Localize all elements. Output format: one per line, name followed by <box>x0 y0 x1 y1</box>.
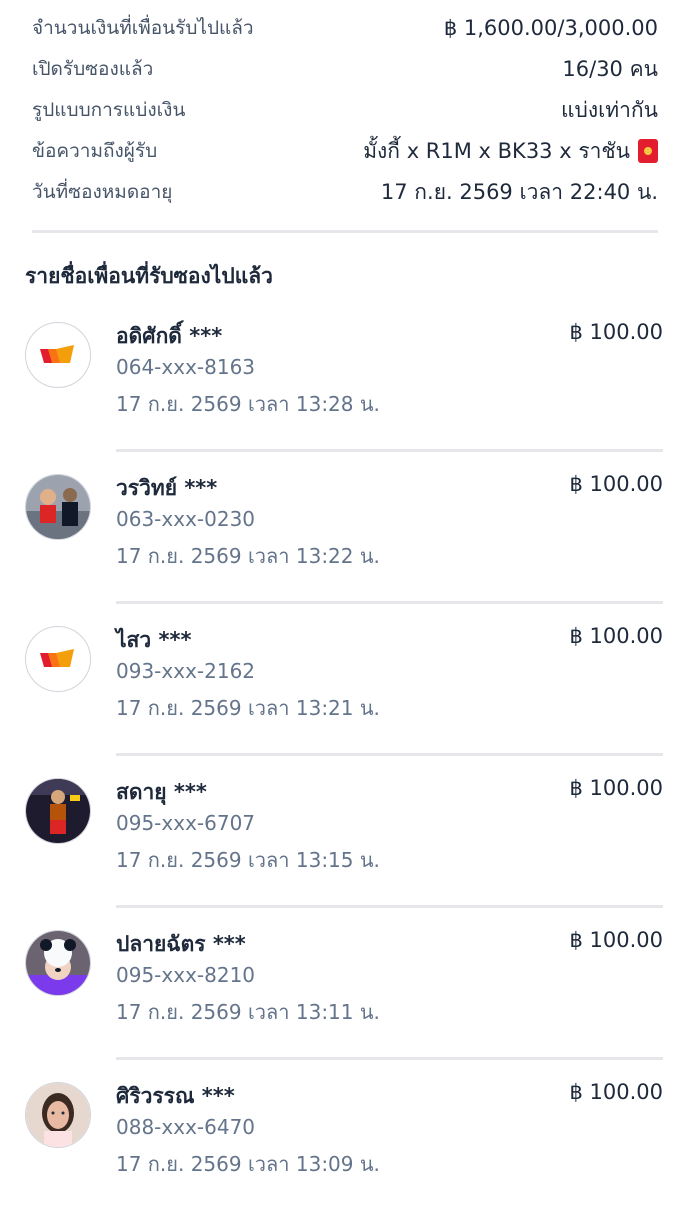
summary-value: 16/30 คน <box>562 56 658 81</box>
summary-row-amount-received: จำนวนเงินที่เพื่อนรับไปแล้ว ฿ 1,600.00/3… <box>32 8 658 48</box>
user-photo-icon <box>26 1083 90 1147</box>
recipient-amount: ฿ 100.00 <box>569 1080 663 1104</box>
recipient-time: 17 ก.ย. 2569 เวลา 13:11 น. <box>116 1000 380 1024</box>
user-photo-icon <box>26 779 90 843</box>
recipient-amount: ฿ 100.00 <box>569 928 663 952</box>
summary-row-opened-count: เปิดรับซองแล้ว 16/30 คน <box>32 49 658 89</box>
summary-value-message: มั้งกี้ x R1M x BK33 x ราชัน <box>363 135 658 168</box>
recipient-name: สดายุ *** <box>116 780 207 804</box>
recipient-row[interactable]: วรวิทย์ *** 063-xxx-0230 17 ก.ย. 2569 เว… <box>0 452 689 604</box>
summary-label: วันที่ซองหมดอายุ <box>32 181 173 203</box>
recipient-amount: ฿ 100.00 <box>569 776 663 800</box>
summary-label: ข้อความถึงผู้รับ <box>32 140 158 162</box>
recipient-phone: 095-xxx-6707 <box>116 811 256 835</box>
user-photo-icon <box>26 931 90 995</box>
recipient-name: วรวิทย์ *** <box>116 476 218 500</box>
recipient-phone: 093-xxx-2162 <box>116 659 256 683</box>
message-text: มั้งกี้ x R1M x BK33 x ราชัน <box>363 138 630 163</box>
recipient-name: อดิศักดิ์ *** <box>116 324 223 348</box>
recipient-phone: 063-xxx-0230 <box>116 507 256 531</box>
summary-row-split-mode: รูปแบบการแบ่งเงิน แบ่งเท่ากัน <box>32 90 658 130</box>
recipient-time: 17 ก.ย. 2569 เวลา 13:28 น. <box>116 392 380 416</box>
user-photo-avatar <box>25 930 91 996</box>
recipient-name: ไสว *** <box>116 628 192 652</box>
wallet-logo-avatar <box>25 322 91 388</box>
recipient-name: ปลายฉัตร *** <box>116 932 246 956</box>
recipient-phone: 064-xxx-8163 <box>116 355 256 379</box>
recipient-time: 17 ก.ย. 2569 เวลา 13:09 น. <box>116 1152 380 1176</box>
recipient-amount: ฿ 100.00 <box>569 624 663 648</box>
recipient-row[interactable]: สดายุ *** 095-xxx-6707 17 ก.ย. 2569 เวลา… <box>0 756 689 908</box>
summary-label: จำนวนเงินที่เพื่อนรับไปแล้ว <box>32 17 254 39</box>
wallet-logo-icon <box>40 649 74 667</box>
summary-row-message: ข้อความถึงผู้รับ มั้งกี้ x R1M x BK33 x … <box>32 131 658 171</box>
recipient-row[interactable]: อดิศักดิ์ *** 064-xxx-8163 17 ก.ย. 2569 … <box>0 300 689 452</box>
summary-value: แบ่งเท่ากัน <box>560 97 658 122</box>
red-envelope-icon <box>638 139 658 163</box>
wallet-logo-icon <box>40 345 74 363</box>
recipient-time: 17 ก.ย. 2569 เวลา 13:21 น. <box>116 696 380 720</box>
user-photo-avatar <box>25 778 91 844</box>
recipient-amount: ฿ 100.00 <box>569 472 663 496</box>
user-photo-avatar <box>25 474 91 540</box>
summary-label: เปิดรับซองแล้ว <box>32 58 154 80</box>
recipient-phone: 088-xxx-6470 <box>116 1115 256 1139</box>
user-photo-avatar <box>25 1082 91 1148</box>
recipient-time: 17 ก.ย. 2569 เวลา 13:15 น. <box>116 848 380 872</box>
summary-value: 17 ก.ย. 2569 เวลา 22:40 น. <box>380 179 658 204</box>
summary-divider <box>32 230 658 233</box>
recipient-phone: 095-xxx-8210 <box>116 963 256 987</box>
recipient-amount: ฿ 100.00 <box>569 320 663 344</box>
summary-row-expiry: วันที่ซองหมดอายุ 17 ก.ย. 2569 เวลา 22:40… <box>32 172 658 212</box>
recipient-row[interactable]: ปลายฉัตร *** 095-xxx-8210 17 ก.ย. 2569 เ… <box>0 908 689 1060</box>
user-photo-icon <box>26 475 90 539</box>
recipients-section-title: รายชื่อเพื่อนที่รับซองไปแล้ว <box>25 264 273 288</box>
recipient-row[interactable]: ไสว *** 093-xxx-2162 17 ก.ย. 2569 เวลา 1… <box>0 604 689 756</box>
summary-value: ฿ 1,600.00/3,000.00 <box>443 16 658 40</box>
recipient-time: 17 ก.ย. 2569 เวลา 13:22 น. <box>116 544 380 568</box>
summary-label: รูปแบบการแบ่งเงิน <box>32 99 186 121</box>
recipient-row[interactable]: ศิริวรรณ *** 088-xxx-6470 17 ก.ย. 2569 เ… <box>0 1060 689 1212</box>
recipient-name: ศิริวรรณ *** <box>116 1084 235 1108</box>
wallet-logo-avatar <box>25 626 91 692</box>
